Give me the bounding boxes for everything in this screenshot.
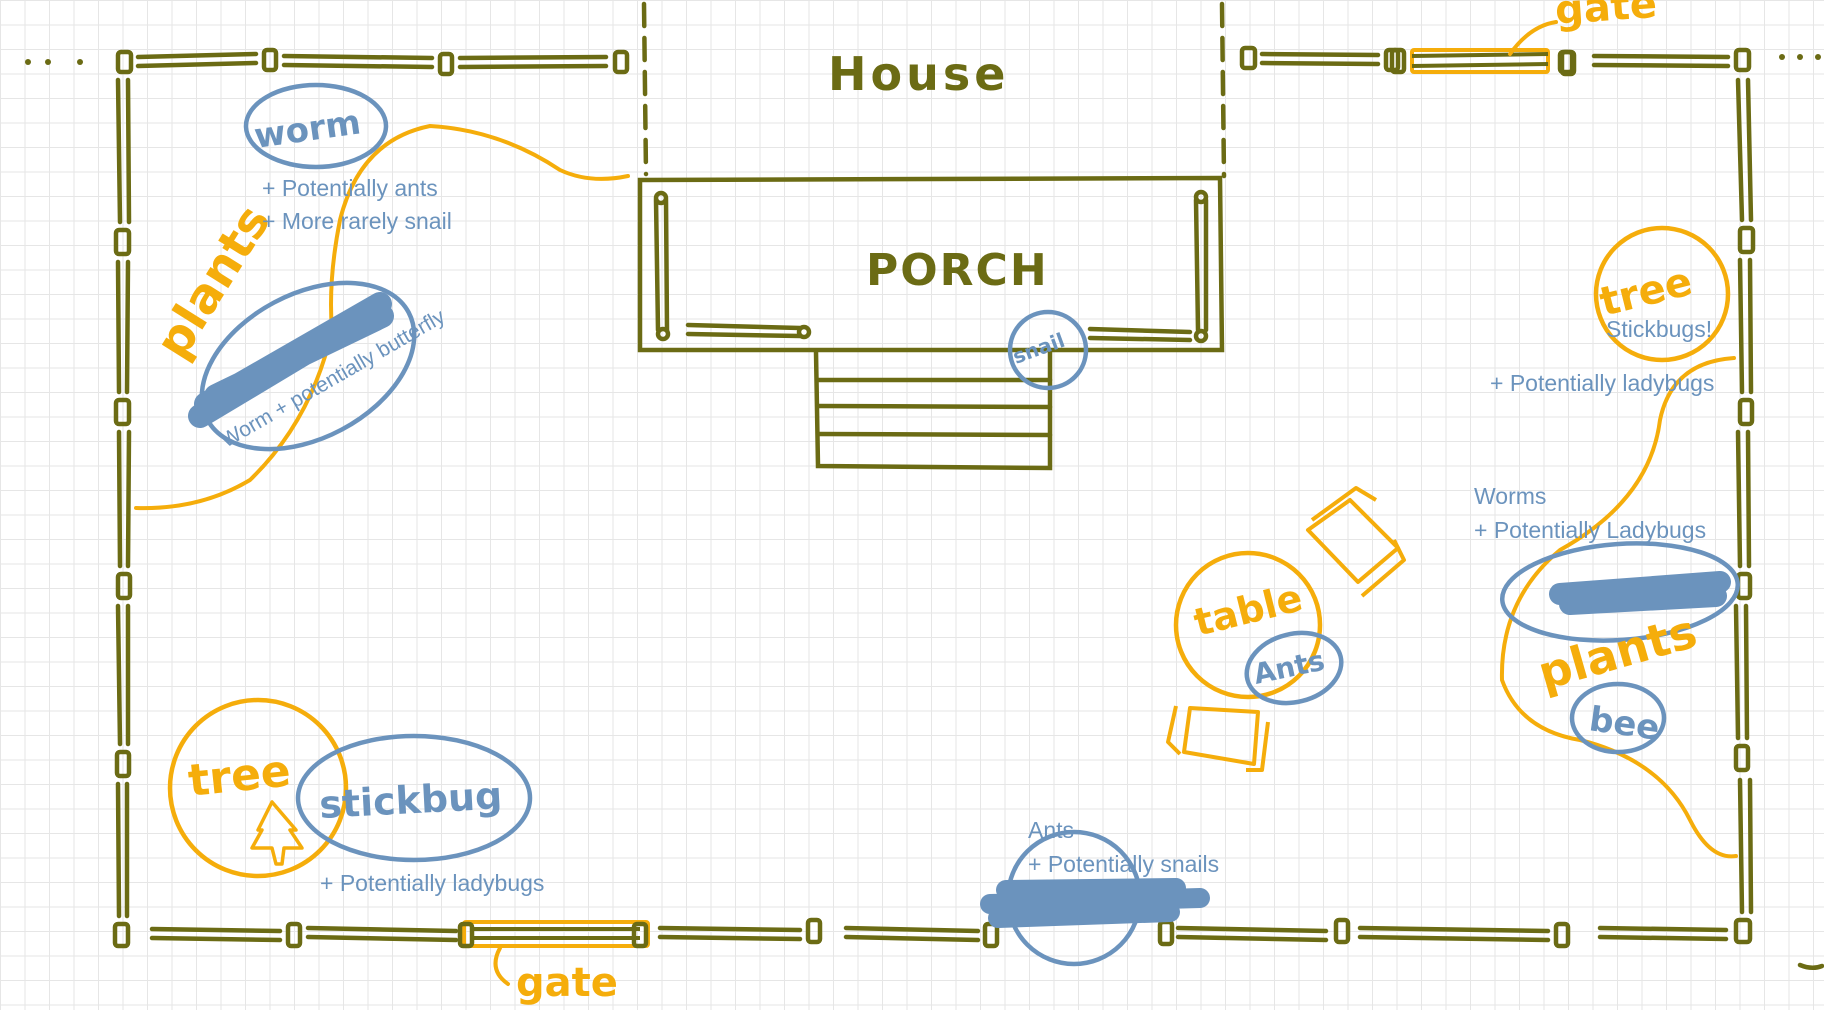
fence-right bbox=[1733, 77, 1756, 945]
tree-left-label: tree bbox=[186, 746, 293, 807]
note-tree-right-1: Stickbugs! bbox=[1606, 316, 1713, 342]
worm-label: worm bbox=[252, 102, 363, 156]
note-plants-right-1: Worms bbox=[1474, 483, 1547, 509]
ants-table-label: Ants bbox=[1251, 644, 1328, 691]
note-bottom-1: Ants bbox=[1028, 817, 1075, 843]
fence-dots-top-right bbox=[1779, 54, 1821, 60]
stickbug-label: stickbug bbox=[318, 773, 503, 827]
tree-left-icon bbox=[250, 800, 304, 866]
fence-top-left bbox=[115, 47, 630, 77]
fence-left bbox=[112, 77, 133, 949]
chair-bottom bbox=[1166, 705, 1270, 772]
porch-label: PORCH bbox=[866, 245, 1049, 296]
note-plants-right-2: + Potentially Ladybugs bbox=[1474, 517, 1707, 543]
fence-dots-top-left bbox=[25, 59, 83, 65]
house-label: House bbox=[828, 47, 1009, 101]
note-worm-1: + Potentially ants bbox=[262, 175, 438, 201]
scribble-right bbox=[1549, 571, 1731, 615]
garden-map-canvas: House PORCH gate gate plants Worm + pote… bbox=[25, 0, 1824, 1006]
house-wall-left bbox=[641, 1, 649, 177]
fence-bottom bbox=[149, 917, 1824, 970]
note-stickbug: + Potentially ladybugs bbox=[320, 870, 545, 896]
note-bottom-2: + Potentially snails bbox=[1028, 851, 1220, 877]
house-wall-right bbox=[1219, 1, 1227, 179]
gate-top bbox=[1389, 20, 1577, 77]
porch bbox=[637, 175, 1225, 471]
snail-label: snail bbox=[1010, 328, 1068, 369]
scribble-bottom bbox=[980, 878, 1210, 928]
gate-top-label: gate bbox=[1553, 0, 1658, 34]
note-tree-right-2: + Potentially ladybugs bbox=[1490, 370, 1715, 396]
bee-label: bee bbox=[1587, 699, 1662, 748]
gate-bottom-label: gate bbox=[516, 960, 618, 1006]
note-worm-2: + More rarely snail bbox=[262, 208, 452, 234]
chair-top bbox=[1306, 486, 1406, 598]
